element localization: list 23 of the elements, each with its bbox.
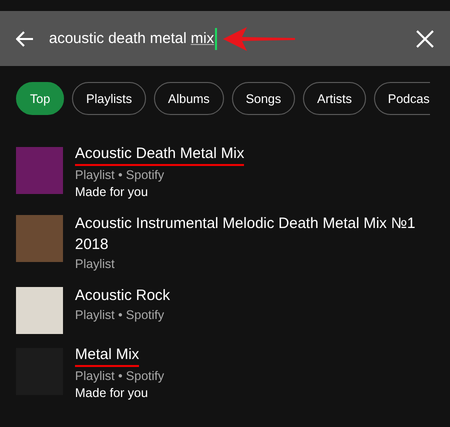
filter-chip[interactable]: Podcas <box>374 82 430 115</box>
result-title[interactable]: Acoustic Rock <box>75 285 170 306</box>
filter-chip[interactable]: Albums <box>154 82 224 115</box>
result-note: Made for you <box>75 184 148 201</box>
result-subtitle: Playlist • Spotify <box>75 307 164 324</box>
playlist-cover[interactable] <box>16 215 63 262</box>
search-field[interactable]: acoustic death metal mix <box>49 30 214 47</box>
back-arrow-icon[interactable] <box>16 30 34 46</box>
result-subtitle: Playlist <box>75 256 115 273</box>
filter-chip[interactable]: Songs <box>232 82 296 115</box>
filter-chip[interactable]: Playlists <box>72 82 146 115</box>
result-title[interactable]: Acoustic Death Metal Mix <box>75 145 244 166</box>
filter-chip[interactable]: Top <box>16 82 64 115</box>
result-title[interactable]: Metal Mix <box>75 346 140 367</box>
playlist-cover[interactable] <box>16 287 63 334</box>
playlist-cover[interactable] <box>16 147 63 194</box>
result-title[interactable]: Acoustic Instrumental Melodic Death Metal Mix №1 2018 <box>75 213 434 255</box>
result-subtitle: Playlist • Spotify <box>75 368 164 385</box>
close-icon[interactable] <box>416 30 434 48</box>
filter-chip[interactable]: Artists <box>303 82 366 115</box>
result-note: Made for you <box>75 385 148 402</box>
text-cursor <box>215 28 218 50</box>
result-subtitle: Playlist • Spotify <box>75 167 164 184</box>
